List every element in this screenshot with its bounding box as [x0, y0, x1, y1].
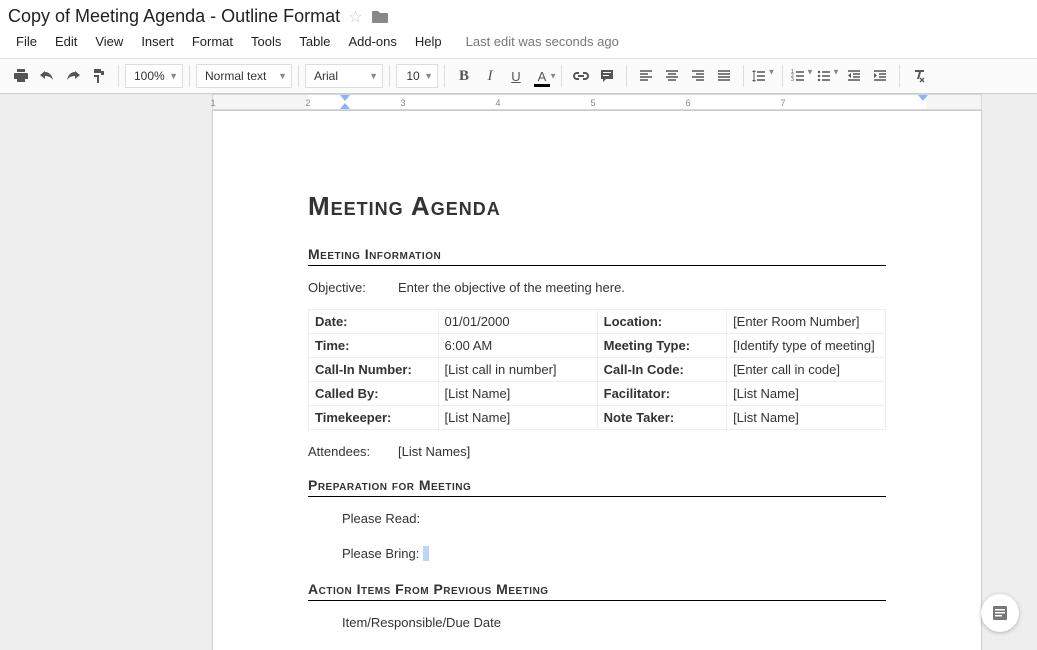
print-button[interactable]: [8, 63, 34, 89]
folder-icon[interactable]: [371, 10, 389, 24]
ruler-area: 1 2 3 4 5 6 7: [0, 94, 1037, 110]
decrease-indent-button[interactable]: [841, 63, 867, 89]
toolbar: 100%▼ Normal text▼ Arial▼ 10▼ B I U A▼ ▼…: [0, 58, 1037, 94]
menu-table[interactable]: Table: [291, 31, 338, 52]
editor-canvas[interactable]: Meeting Agenda Meeting Information Objec…: [0, 110, 1037, 650]
star-icon[interactable]: ☆: [348, 7, 362, 27]
zoom-select[interactable]: 100%▼: [125, 64, 183, 88]
document-page[interactable]: Meeting Agenda Meeting Information Objec…: [212, 110, 982, 650]
text-color-button[interactable]: A▼: [529, 63, 555, 89]
attendees-value[interactable]: [List Names]: [398, 444, 470, 459]
first-line-indent-marker[interactable]: [340, 95, 350, 101]
menu-edit[interactable]: Edit: [47, 31, 85, 52]
align-justify-button[interactable]: [711, 63, 737, 89]
objective-value[interactable]: Enter the objective of the meeting here.: [398, 280, 625, 295]
align-right-button[interactable]: [685, 63, 711, 89]
menu-bar: File Edit View Insert Format Tools Table…: [0, 29, 1037, 58]
undo-button[interactable]: [34, 63, 60, 89]
svg-text:3: 3: [791, 77, 794, 83]
increase-indent-button[interactable]: [867, 63, 893, 89]
objective-label[interactable]: Objective:: [308, 280, 398, 295]
align-left-button[interactable]: [633, 63, 659, 89]
doc-section-meeting-info[interactable]: Meeting Information: [308, 246, 886, 266]
menu-view[interactable]: View: [87, 31, 131, 52]
bulleted-list-button[interactable]: ▼: [815, 63, 841, 89]
right-indent-marker[interactable]: [918, 95, 928, 101]
menu-format[interactable]: Format: [184, 31, 241, 52]
table-row: Time:6:00 AMMeeting Type:[Identify type …: [309, 334, 886, 358]
text-cursor: [423, 546, 429, 561]
doc-heading-1[interactable]: Meeting Agenda: [308, 191, 886, 222]
font-size-select[interactable]: 10▼: [396, 64, 438, 88]
table-row: Date:01/01/2000Location:[Enter Room Numb…: [309, 310, 886, 334]
menu-help[interactable]: Help: [407, 31, 450, 52]
insert-link-button[interactable]: [568, 63, 594, 89]
attendees-label[interactable]: Attendees:: [308, 444, 398, 459]
meeting-info-table[interactable]: Date:01/01/2000Location:[Enter Room Numb…: [308, 309, 886, 430]
horizontal-ruler[interactable]: 1 2 3 4 5 6 7: [212, 94, 982, 110]
explore-button[interactable]: [981, 594, 1019, 632]
paint-format-button[interactable]: [86, 63, 112, 89]
action-item-header-line[interactable]: Item/Responsible/Due Date: [308, 615, 886, 630]
bold-button[interactable]: B: [451, 63, 477, 89]
menu-addons[interactable]: Add-ons: [340, 31, 404, 52]
insert-comment-button[interactable]: [594, 63, 620, 89]
doc-section-action-items[interactable]: Action Items From Previous Meeting: [308, 581, 886, 601]
italic-button[interactable]: I: [477, 63, 503, 89]
menu-insert[interactable]: Insert: [133, 31, 182, 52]
paragraph-style-select[interactable]: Normal text▼: [196, 64, 292, 88]
table-row: Call-In Number:[List call in number]Call…: [309, 358, 886, 382]
menu-file[interactable]: File: [8, 31, 45, 52]
title-bar: Copy of Meeting Agenda - Outline Format …: [0, 0, 1037, 29]
prep-bring-item[interactable]: Please Bring:: [342, 546, 886, 561]
numbered-list-button[interactable]: 123▼: [789, 63, 815, 89]
line-spacing-button[interactable]: ▼: [750, 63, 776, 89]
menu-tools[interactable]: Tools: [243, 31, 289, 52]
redo-button[interactable]: [60, 63, 86, 89]
table-row: Timekeeper:[List Name]Note Taker:[List N…: [309, 406, 886, 430]
table-row: Called By:[List Name]Facilitator:[List N…: [309, 382, 886, 406]
left-indent-marker[interactable]: [340, 103, 350, 109]
document-title[interactable]: Copy of Meeting Agenda - Outline Format: [8, 6, 340, 27]
prep-read-item[interactable]: Please Read:: [342, 511, 886, 526]
last-edit-label[interactable]: Last edit was seconds ago: [466, 34, 619, 49]
clear-formatting-button[interactable]: [906, 63, 932, 89]
font-select[interactable]: Arial▼: [305, 64, 383, 88]
underline-button[interactable]: U: [503, 63, 529, 89]
doc-section-preparation[interactable]: Preparation for Meeting: [308, 477, 886, 497]
align-center-button[interactable]: [659, 63, 685, 89]
